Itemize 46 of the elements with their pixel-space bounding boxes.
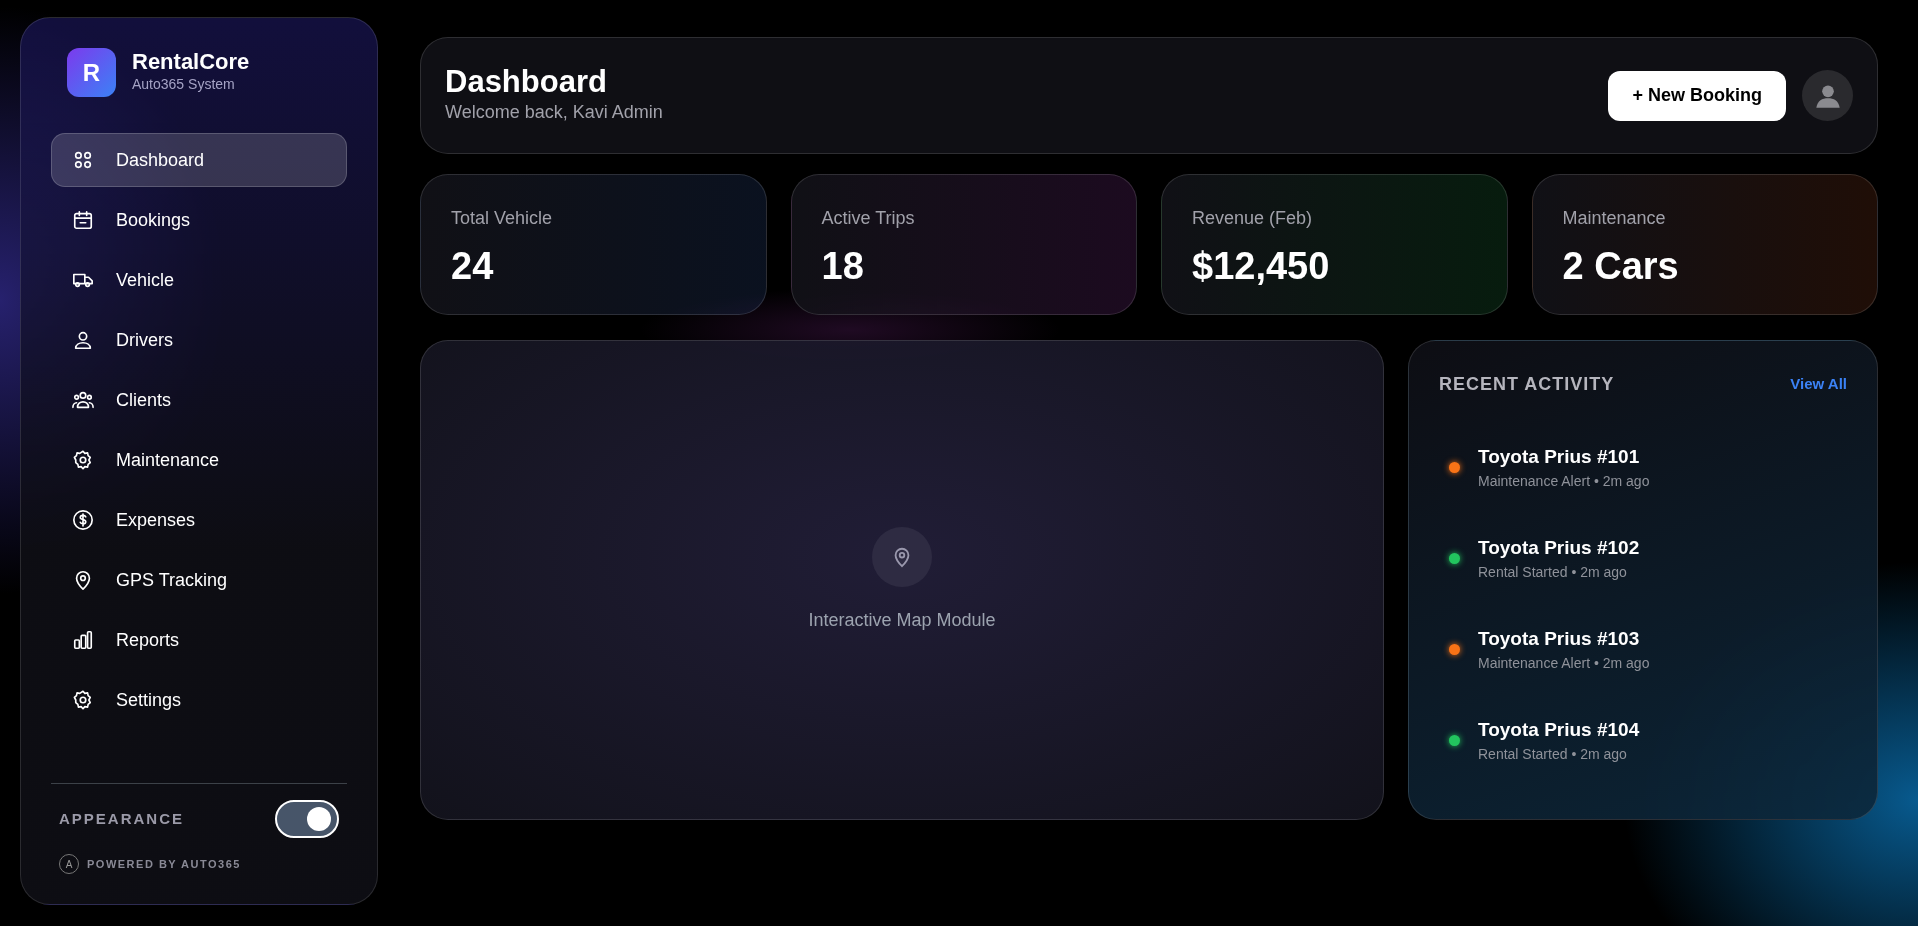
sidebar-item[interactable]: Settings [51,673,347,727]
activity-detail: Maintenance Alert • 2m ago [1478,654,1650,674]
sidebar-item[interactable]: Clients [51,373,347,427]
sidebar-item[interactable]: Bookings [51,193,347,247]
activity-detail: Rental Started • 2m ago [1478,563,1628,583]
page-title: Dashboard [445,64,608,100]
new-booking-button[interactable]: + New Booking [1608,70,1786,121]
map-placeholder-text: Interactive Map Module [808,608,996,632]
brand-subtitle: Auto365 System [132,75,236,95]
sidebar-item[interactable]: Vehicle [51,253,347,307]
stat-label: Revenue (Feb) [1192,207,1314,230]
activity-detail: Maintenance Alert • 2m ago [1478,472,1650,492]
sidebar-item[interactable]: Dashboard [51,133,347,187]
stat-value: 18 [821,244,865,289]
activity-title-text: Toyota Prius #103 [1478,626,1641,651]
sidebar-item[interactable]: Expenses [51,493,347,547]
activity-detail: Rental Started • 2m ago [1478,745,1628,765]
welcome-text: Welcome back, Kavi Admin [445,101,663,125]
stat-value: 24 [451,244,495,289]
powered-by-text: POWERED BY AUTO365 [87,856,241,872]
grid-icon [72,149,94,171]
activity-title-text: Toyota Prius #102 [1478,535,1640,560]
activity-title-text: Toyota Prius #101 [1478,444,1641,469]
sidebar-item[interactable]: Drivers [51,313,347,367]
settings-icon [72,689,94,711]
view-all-link[interactable]: View All [1790,373,1847,396]
sidebar-item[interactable]: GPS Tracking [51,553,347,607]
stat-label: Maintenance [1562,207,1667,230]
appearance-label: APPEARANCE [59,808,184,829]
sidebar-item[interactable]: Maintenance [51,433,347,487]
bar-chart-icon [72,629,94,651]
stat-value: $12,450 [1192,244,1331,289]
users-icon [72,389,94,411]
settings-icon [72,449,94,471]
user-avatar[interactable] [1802,70,1853,121]
stat-label: Active Trips [821,207,916,230]
sidebar-item[interactable]: Reports [51,613,347,667]
stat-value: 2 Cars [1562,244,1680,289]
brand-name: RentalCore [132,49,250,75]
stat-label: Total Vehicle [451,207,554,230]
dollar-circle-icon [72,509,94,531]
calendar-icon [72,209,94,231]
logo-icon: R [67,48,116,97]
activity-title-text: Toyota Prius #104 [1478,717,1640,742]
activity-title: RECENT ACTIVITY [1439,373,1615,396]
user-icon [72,329,94,351]
